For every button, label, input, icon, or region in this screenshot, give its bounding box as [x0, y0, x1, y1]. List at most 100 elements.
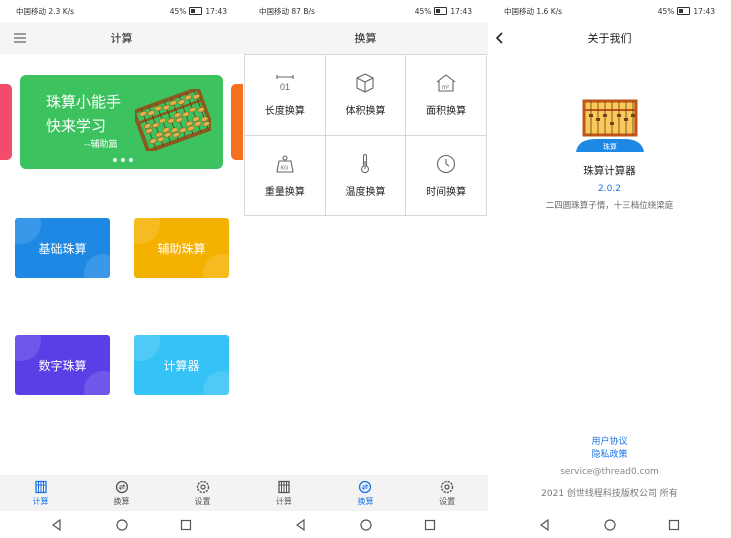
convert-screen: 中国移动 87 B/s 45% 17:43 换算 01 长度换算 体积换算 m² …	[243, 0, 488, 538]
recents-nav-icon[interactable]	[179, 518, 193, 532]
cell-label: 长度换算	[264, 106, 305, 118]
tab-label: 设置	[194, 496, 211, 506]
number-abacus-button[interactable]: 数字珠算	[15, 335, 110, 395]
gear-icon	[196, 480, 209, 493]
volume-convert-button[interactable]: 体积换算	[325, 55, 407, 136]
page-title: 计算	[110, 32, 133, 45]
contact-email: service@thread0.com	[560, 467, 659, 477]
system-nav-bar	[243, 511, 488, 538]
status-bar: 中国移动 2.3 K/s 45% 17:43	[0, 0, 243, 22]
thermometer-icon	[361, 153, 370, 173]
page-title: 关于我们	[587, 32, 632, 45]
clock-time: 17:43	[205, 6, 227, 16]
tab-label: 计算	[275, 496, 292, 506]
back-nav-icon[interactable]	[294, 518, 308, 532]
banner-line-2: 快来学习	[46, 117, 107, 135]
clock-time: 17:43	[693, 6, 715, 16]
carrier-label: 中国移动	[504, 6, 534, 16]
back-nav-icon[interactable]	[538, 518, 552, 532]
recents-nav-icon[interactable]	[667, 518, 681, 532]
battery-level: 45%	[414, 6, 432, 16]
battery-level: 45%	[169, 6, 187, 16]
copyright-text: 2021 创世线程科技版权公司 所有	[541, 489, 678, 499]
net-speed: 87 B/s	[291, 6, 315, 16]
app-name: 珠算计算器	[583, 165, 636, 177]
bottom-tab-bar: 计算 换算 设置	[0, 475, 243, 511]
app-version: 2.0.2	[598, 184, 621, 194]
house-area-icon: m²	[436, 74, 456, 92]
basic-abacus-button[interactable]: 基础珠算	[15, 218, 110, 278]
recents-nav-icon[interactable]	[423, 518, 437, 532]
calculator-button[interactable]: 计算器	[134, 335, 229, 395]
assist-abacus-button[interactable]: 辅助珠算	[134, 218, 229, 278]
carrier-label: 中国移动	[16, 6, 46, 16]
status-bar: 中国移动 1.6 K/s 45% 17:43	[488, 0, 731, 22]
banner-next-slide[interactable]	[231, 84, 243, 160]
battery-icon	[434, 7, 448, 15]
tab-label: 换算	[113, 496, 130, 506]
svg-text:m²: m²	[442, 85, 449, 91]
status-bar: 中国移动 87 B/s 45% 17:43	[243, 0, 488, 22]
convert-tab-icon	[115, 480, 128, 493]
user-agreement-link[interactable]: 用户协议	[488, 434, 731, 447]
abacus-image	[135, 89, 211, 151]
app-bar: 换算	[243, 22, 488, 54]
banner-prev-slide[interactable]	[0, 84, 12, 160]
about-screen: 中国移动 1.6 K/s 45% 17:43 关于我们 珠算 珠算计算器 2.0.…	[488, 0, 731, 538]
tab-settings[interactable]: 设置	[417, 475, 477, 511]
clock-icon	[437, 154, 456, 173]
back-nav-icon[interactable]	[50, 518, 64, 532]
calc-screen: 中国移动 2.3 K/s 45% 17:43 计算 珠算小能手 快来学习 --辅助…	[0, 0, 243, 538]
cell-label: 重量换算	[264, 186, 305, 198]
svg-text:KG: KG	[280, 165, 288, 171]
temperature-convert-button[interactable]: 温度换算	[325, 135, 407, 216]
carrier-label: 中国移动	[259, 6, 289, 16]
page-title: 换算	[354, 32, 377, 45]
banner-page-dots	[113, 158, 133, 162]
tab-settings[interactable]: 设置	[173, 475, 233, 511]
cell-label: 面积换算	[426, 106, 467, 118]
system-nav-bar	[488, 511, 731, 538]
app-bar: 关于我们	[488, 22, 731, 54]
bottom-tab-bar: 计算 换算 设置	[243, 475, 488, 511]
app-logo: 珠算	[576, 99, 644, 152]
privacy-policy-link[interactable]: 隐私政策	[488, 447, 731, 460]
length-convert-button[interactable]: 01 长度换算	[245, 55, 326, 136]
app-slogan: 二四圆珠算子情，十三档位绕梁庭	[545, 201, 674, 211]
home-nav-icon[interactable]	[603, 518, 617, 532]
cell-label: 时间换算	[426, 186, 467, 198]
tile-label: 计算器	[163, 358, 200, 373]
battery-icon	[189, 7, 203, 15]
svg-text:01: 01	[280, 82, 290, 92]
net-speed: 2.3 K/s	[48, 6, 75, 16]
tab-convert[interactable]: 换算	[335, 475, 395, 511]
net-speed: 1.6 K/s	[536, 6, 563, 16]
battery-level: 45%	[657, 6, 675, 16]
abacus-tab-icon	[34, 480, 47, 493]
cell-label: 体积换算	[345, 106, 386, 118]
logo-caption: 珠算	[603, 142, 617, 151]
weight-icon: KG	[276, 155, 294, 173]
cube-icon	[356, 73, 375, 93]
tab-label: 计算	[32, 496, 49, 506]
home-nav-icon[interactable]	[359, 518, 373, 532]
gear-icon	[440, 480, 454, 493]
tab-calc[interactable]: 计算	[11, 475, 71, 511]
tab-calc[interactable]: 计算	[254, 475, 314, 511]
area-convert-button[interactable]: m² 面积换算	[406, 55, 487, 136]
tile-label: 数字珠算	[38, 358, 87, 373]
abacus-tab-icon	[278, 480, 290, 493]
tab-label: 换算	[357, 496, 374, 506]
tab-convert[interactable]: 换算	[92, 475, 152, 511]
tile-label: 基础珠算	[38, 241, 87, 256]
app-bar: 计算	[0, 22, 243, 54]
weight-convert-button[interactable]: KG 重量换算	[245, 135, 326, 216]
tile-label: 辅助珠算	[157, 241, 206, 256]
banner-line-3: --辅助篇	[84, 140, 118, 150]
back-arrow-icon[interactable]	[492, 30, 508, 46]
home-nav-icon[interactable]	[115, 518, 129, 532]
menu-icon[interactable]	[12, 30, 28, 46]
promo-banner[interactable]: 珠算小能手 快来学习 --辅助篇	[20, 75, 223, 169]
convert-tab-icon	[359, 480, 372, 493]
time-convert-button[interactable]: 时间换算	[406, 135, 487, 216]
